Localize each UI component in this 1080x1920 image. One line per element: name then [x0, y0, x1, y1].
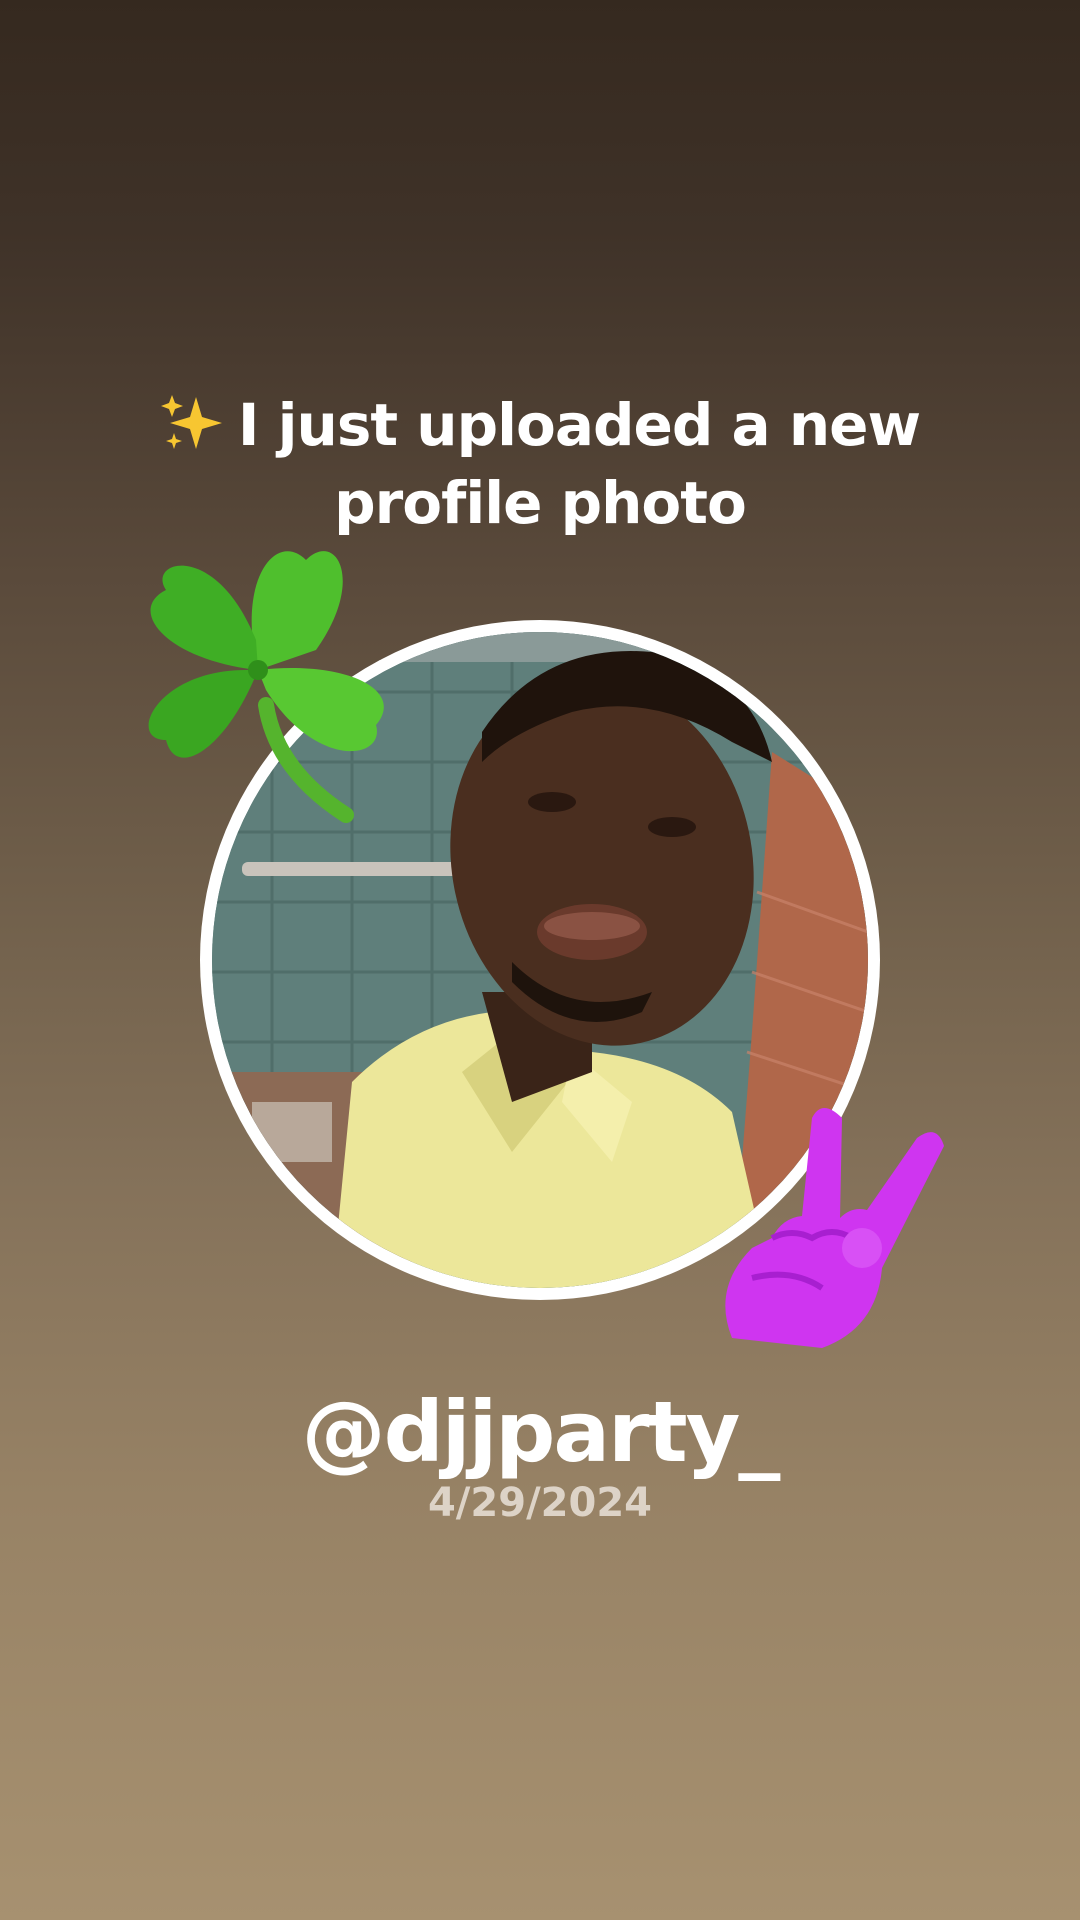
sparkles-icon	[160, 393, 224, 453]
headline-text: I just uploaded a new profile photo	[237, 391, 921, 537]
four-leaf-clover-icon	[126, 520, 396, 850]
upload-date: 4/29/2024	[427, 1480, 653, 1526]
story-headline: I just uploaded a new profile photo	[140, 386, 940, 542]
sign-of-the-horns-hand-icon	[712, 1098, 952, 1358]
username[interactable]: @djjparty_	[140, 1382, 940, 1482]
